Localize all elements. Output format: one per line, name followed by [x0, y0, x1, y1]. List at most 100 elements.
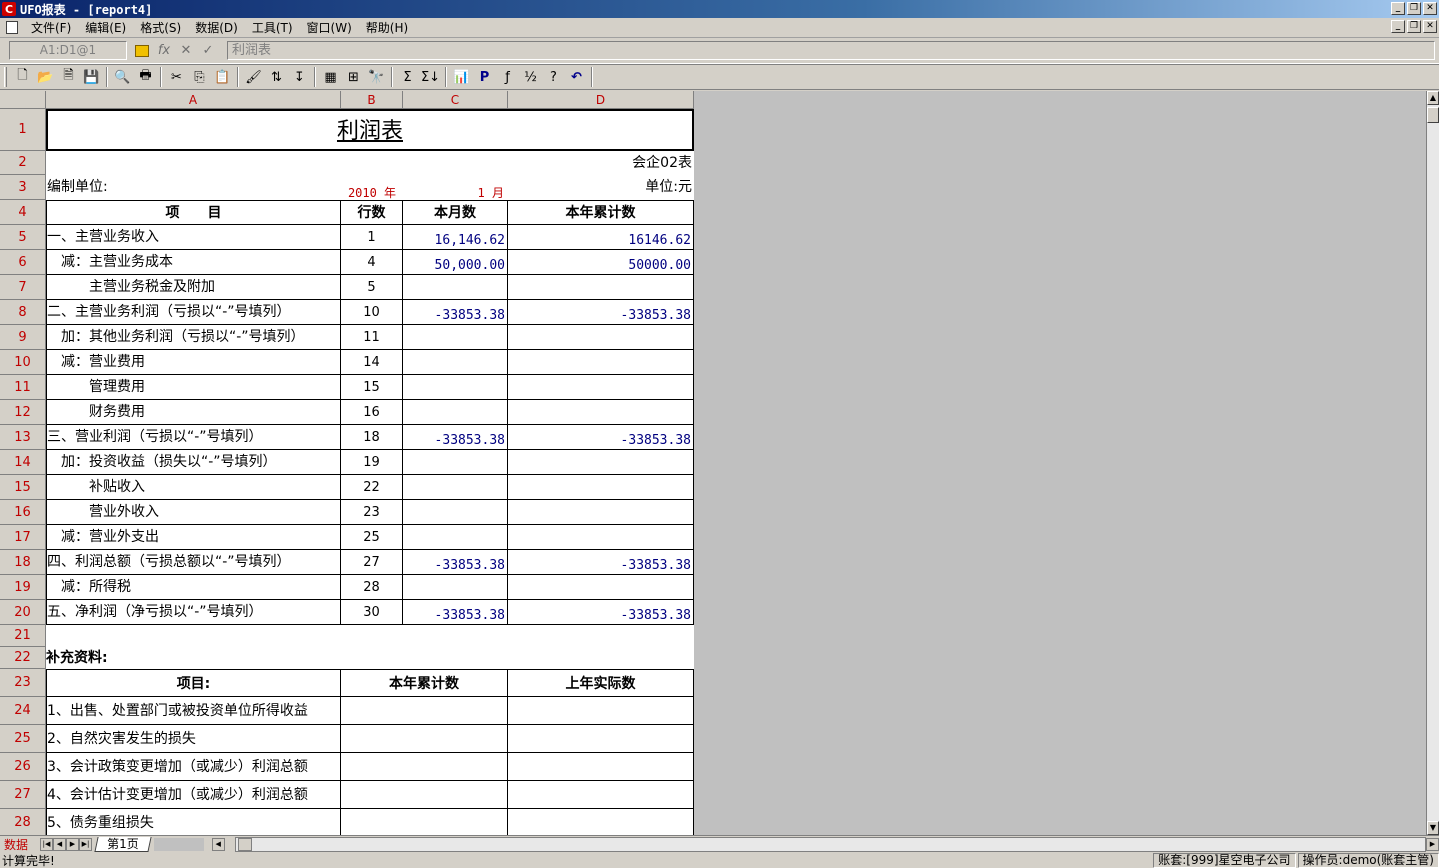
doc-restore-icon[interactable]: ❐: [1407, 20, 1421, 33]
item-month-value[interactable]: [403, 350, 508, 375]
close-icon[interactable]: ✕: [1423, 2, 1437, 15]
menu-data[interactable]: 数据(D): [188, 19, 245, 36]
item-line[interactable]: 5: [341, 275, 403, 300]
sum-icon[interactable]: Σ: [396, 66, 419, 88]
print-preview-icon[interactable]: 🔍: [111, 66, 134, 88]
item-line[interactable]: 10: [341, 300, 403, 325]
item-year-value[interactable]: [508, 375, 694, 400]
tab-split[interactable]: [153, 837, 204, 851]
item-name[interactable]: 二、主营业务利润（亏损以“-”号填列）: [46, 300, 341, 325]
item-name[interactable]: 主营业务税金及附加: [46, 275, 341, 300]
item-month-value[interactable]: [403, 575, 508, 600]
item-name[interactable]: 四、利润总额（亏损总额以“-”号填列）: [46, 550, 341, 575]
next-sheet-icon[interactable]: ▶: [66, 837, 79, 851]
chart-icon[interactable]: 📊: [450, 66, 473, 88]
minimize-icon[interactable]: _: [1391, 2, 1405, 15]
item-line[interactable]: 1: [341, 225, 403, 250]
menu-format[interactable]: 格式(S): [133, 19, 188, 36]
item-month-value[interactable]: [403, 325, 508, 350]
select-all-corner[interactable]: [0, 91, 46, 109]
row-header-4[interactable]: 4: [0, 200, 46, 225]
item-month-value[interactable]: [403, 275, 508, 300]
column-header-a[interactable]: A: [46, 91, 341, 109]
row-header-7[interactable]: 7: [0, 275, 46, 300]
row-header-18[interactable]: 18: [0, 550, 46, 575]
supplement-item[interactable]: 4、会计估计变更增加（或减少）利润总额: [46, 781, 341, 809]
prev-sheet-icon[interactable]: ◀: [53, 837, 66, 851]
row-header-6[interactable]: 6: [0, 250, 46, 275]
item-year-value[interactable]: [508, 350, 694, 375]
doc-close-icon[interactable]: ✕: [1423, 20, 1437, 33]
item-month-value[interactable]: -33853.38: [403, 425, 508, 450]
report-title[interactable]: 利润表: [46, 109, 694, 151]
item-year-value[interactable]: [508, 275, 694, 300]
supplement-prior-value[interactable]: [508, 753, 694, 781]
vertical-scrollbar[interactable]: ▲ ▼: [1426, 91, 1439, 835]
item-line[interactable]: 16: [341, 400, 403, 425]
row-header-22[interactable]: 22: [0, 647, 46, 669]
item-line[interactable]: 30: [341, 600, 403, 625]
supplement-current-value[interactable]: [341, 753, 508, 781]
open-folder-icon[interactable]: 📂: [34, 66, 57, 88]
column-header-c[interactable]: C: [403, 91, 508, 109]
cancel-icon[interactable]: ✕: [175, 42, 197, 60]
item-year-value[interactable]: 50000.00: [508, 250, 694, 275]
item-line[interactable]: 18: [341, 425, 403, 450]
scroll-left-icon[interactable]: ◀: [211, 837, 225, 851]
row-header-27[interactable]: 27: [0, 781, 46, 809]
row-header-25[interactable]: 25: [0, 725, 46, 753]
item-line[interactable]: 19: [341, 450, 403, 475]
mode-indicator[interactable]: 数据: [0, 836, 40, 853]
item-name[interactable]: 财务费用: [46, 400, 341, 425]
scroll-up-icon[interactable]: ▲: [1427, 91, 1439, 105]
row-header-9[interactable]: 9: [0, 325, 46, 350]
item-year-value[interactable]: [508, 400, 694, 425]
hscroll-thumb[interactable]: [237, 837, 252, 851]
form-code[interactable]: 会企02表: [508, 151, 694, 175]
supplement-header-item[interactable]: 项目:: [46, 669, 341, 697]
toolbar-grip[interactable]: [4, 67, 7, 87]
scroll-thumb[interactable]: [1427, 107, 1439, 123]
levels-icon[interactable]: ½: [519, 66, 542, 88]
row-header-19[interactable]: 19: [0, 575, 46, 600]
supplement-item[interactable]: 5、债务重组损失: [46, 809, 341, 835]
confirm-icon[interactable]: ✓: [197, 42, 219, 60]
supplement-current-value[interactable]: [341, 725, 508, 753]
item-name[interactable]: 减：主营业务成本: [46, 250, 341, 275]
supplement-prior-value[interactable]: [508, 697, 694, 725]
context-help-icon[interactable]: ?: [542, 66, 565, 88]
item-month-value[interactable]: 50,000.00: [403, 250, 508, 275]
item-month-value[interactable]: [403, 500, 508, 525]
row-header-1[interactable]: 1: [0, 109, 46, 151]
row-header-5[interactable]: 5: [0, 225, 46, 250]
header-year[interactable]: 本年累计数: [508, 200, 694, 225]
column-header-d[interactable]: D: [508, 91, 694, 109]
menu-window[interactable]: 窗口(W): [300, 19, 359, 36]
row-header-26[interactable]: 26: [0, 753, 46, 781]
item-year-value[interactable]: [508, 575, 694, 600]
page-setup-icon[interactable]: P: [473, 66, 496, 88]
item-month-value[interactable]: [403, 400, 508, 425]
sort-ascending-icon[interactable]: ⇅: [265, 66, 288, 88]
last-sheet-icon[interactable]: ▶|: [79, 837, 92, 851]
supplement-item[interactable]: 2、自然灾害发生的损失: [46, 725, 341, 753]
row-header-17[interactable]: 17: [0, 525, 46, 550]
item-year-value[interactable]: 16146.62: [508, 225, 694, 250]
supplement-prior-value[interactable]: [508, 781, 694, 809]
binoculars-find-icon[interactable]: 🔭: [365, 66, 388, 88]
document-menu-icon[interactable]: [6, 21, 18, 34]
supplement-title[interactable]: 补充资料:: [46, 647, 341, 669]
row-header-14[interactable]: 14: [0, 450, 46, 475]
copy-icon[interactable]: ⎘: [188, 66, 211, 88]
header-item[interactable]: 项 目: [46, 200, 341, 225]
menu-help[interactable]: 帮助(H): [359, 19, 415, 36]
first-sheet-icon[interactable]: |◀: [40, 837, 53, 851]
item-line[interactable]: 28: [341, 575, 403, 600]
row-header-12[interactable]: 12: [0, 400, 46, 425]
item-year-value[interactable]: [508, 450, 694, 475]
cut-icon[interactable]: ✂: [165, 66, 188, 88]
company-label[interactable]: 编制单位:: [46, 175, 341, 200]
item-name[interactable]: 一、主营业务收入: [46, 225, 341, 250]
sheet-tab-page1[interactable]: 第1页: [94, 836, 152, 852]
item-line[interactable]: 27: [341, 550, 403, 575]
